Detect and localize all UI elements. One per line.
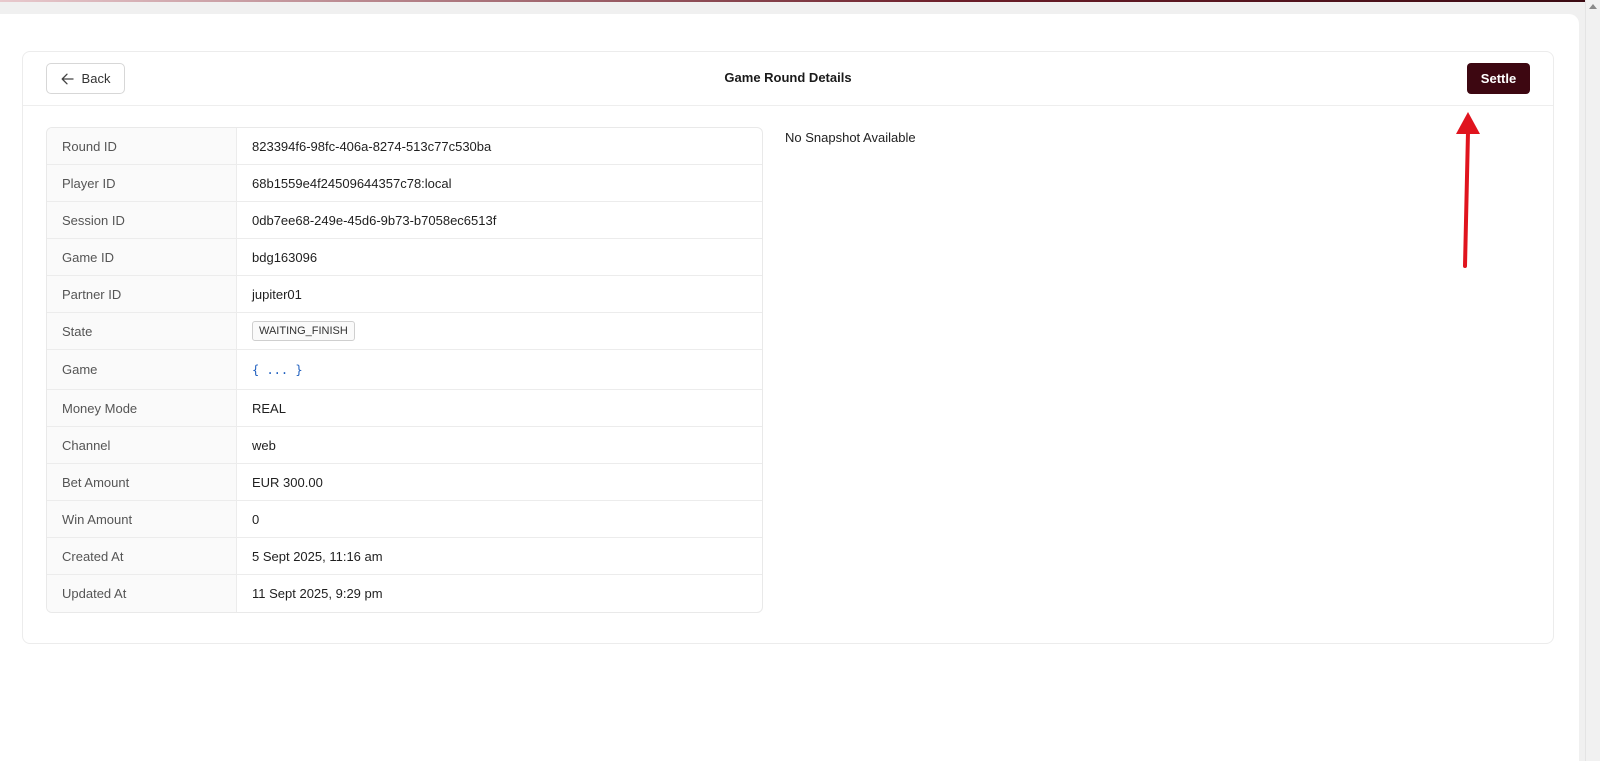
- table-row: Game { ... }: [47, 350, 762, 390]
- row-label-partner-id: Partner ID: [47, 276, 237, 313]
- row-value-channel: web: [237, 427, 762, 464]
- row-value-player-id: 68b1559e4f24509644357c78:local: [237, 165, 762, 202]
- row-value-game: { ... }: [237, 350, 762, 390]
- row-label-session-id: Session ID: [47, 202, 237, 239]
- app-surface: Back Game Round Details Settle Round ID …: [0, 14, 1579, 761]
- row-value-game-id: bdg163096: [237, 239, 762, 276]
- row-value-updated-at: 11 Sept 2025, 9:29 pm: [252, 586, 383, 601]
- settle-button[interactable]: Settle: [1467, 63, 1530, 94]
- table-row: Session ID 0db7ee68-249e-45d6-9b73-b7058…: [47, 202, 762, 239]
- row-label-win-amount: Win Amount: [47, 501, 237, 538]
- game-round-card: Back Game Round Details Settle Round ID …: [22, 51, 1554, 644]
- row-label-bet-amount: Bet Amount: [47, 464, 237, 501]
- row-label-game-id: Game ID: [47, 239, 237, 276]
- table-row: Created At 5 Sept 2025, 11:16 am: [47, 538, 762, 575]
- table-row: Game ID bdg163096: [47, 239, 762, 276]
- state-badge: WAITING_FINISH: [252, 321, 355, 341]
- row-value-created-at: 5 Sept 2025, 11:16 am: [237, 538, 762, 575]
- row-label-money-mode: Money Mode: [47, 390, 237, 427]
- row-label-created-at: Created At: [47, 538, 237, 575]
- table-row: State WAITING_FINISH: [47, 313, 762, 350]
- row-value-partner-id: jupiter01: [237, 276, 762, 313]
- row-value-money-mode: REAL: [237, 390, 762, 427]
- row-value-session-id: 0db7ee68-249e-45d6-9b73-b7058ec6513f: [237, 202, 762, 239]
- row-label-state: State: [47, 313, 237, 350]
- table-row: Money Mode REAL: [47, 390, 762, 427]
- card-header: Back Game Round Details Settle: [23, 52, 1553, 106]
- row-label-player-id: Player ID: [47, 165, 237, 202]
- table-row: Channel web: [47, 427, 762, 464]
- table-row: Player ID 68b1559e4f24509644357c78:local: [47, 165, 762, 202]
- red-arrow-up-icon: [1448, 108, 1488, 270]
- scroll-up-arrow-icon[interactable]: [1589, 4, 1597, 9]
- row-value-win-amount: 0: [237, 501, 762, 538]
- row-value-state: WAITING_FINISH: [237, 313, 762, 350]
- round-details-table: Round ID 823394f6-98fc-406a-8274-513c77c…: [46, 127, 763, 613]
- row-label-updated-at: Updated At: [47, 575, 237, 612]
- row-value-bet-amount: EUR 300.00: [237, 464, 762, 501]
- table-row: Round ID 823394f6-98fc-406a-8274-513c77c…: [47, 128, 762, 165]
- row-label-game: Game: [47, 350, 237, 390]
- game-json-expander[interactable]: { ... }: [252, 363, 303, 377]
- table-row: Win Amount 0: [47, 501, 762, 538]
- row-label-round-id: Round ID: [47, 128, 237, 165]
- top-accent-bar: [0, 0, 1600, 2]
- vertical-scrollbar[interactable]: [1585, 0, 1600, 761]
- snapshot-status: No Snapshot Available: [785, 130, 916, 145]
- row-label-channel: Channel: [47, 427, 237, 464]
- page-title: Game Round Details: [724, 70, 852, 85]
- table-row: Updated At 11 Sept 2025, 9:29 pm: [47, 575, 762, 612]
- table-row: Partner ID jupiter01: [47, 276, 762, 313]
- row-value-round-id: 823394f6-98fc-406a-8274-513c77c530ba: [237, 128, 762, 165]
- table-row: Bet Amount EUR 300.00: [47, 464, 762, 501]
